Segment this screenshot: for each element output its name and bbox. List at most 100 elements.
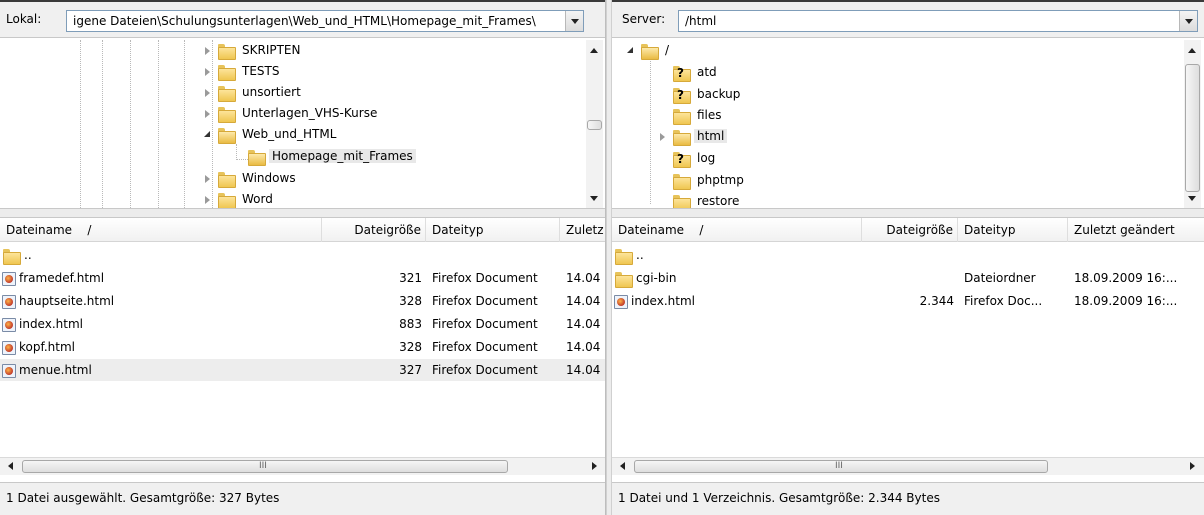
scroll-grip: III xyxy=(259,461,267,471)
scroll-up-arrow-icon[interactable] xyxy=(590,48,598,53)
remote-list-hscrollbar[interactable]: III xyxy=(612,457,1204,475)
folder-icon xyxy=(217,192,236,208)
folder-open-icon xyxy=(640,43,659,60)
folder-icon xyxy=(217,85,236,102)
local-tree-vscrollbar[interactable] xyxy=(586,40,603,208)
firefox-document-icon xyxy=(2,340,16,355)
table-row[interactable]: hauptseite.html 328 Firefox Document 14.… xyxy=(0,290,605,312)
local-path-combo[interactable]: igene Dateien\Schulungsunterlagen\Web_un… xyxy=(66,10,584,32)
table-row[interactable]: .. xyxy=(0,244,605,266)
expand-arrow-icon[interactable] xyxy=(203,88,213,98)
folder-open-icon xyxy=(217,127,236,144)
remote-tree-item-atd[interactable]: ? atd xyxy=(672,62,720,82)
local-path-dropdown-button[interactable] xyxy=(565,11,583,31)
local-path-label: Lokal: xyxy=(6,12,42,26)
scroll-right-arrow-icon[interactable] xyxy=(1190,462,1195,470)
scroll-grip: III xyxy=(835,461,843,471)
local-path-value[interactable]: igene Dateien\Schulungsunterlagen\Web_un… xyxy=(73,14,561,28)
local-tree-item-tests[interactable]: TESTS xyxy=(203,61,282,81)
remote-tree-item-root[interactable]: / xyxy=(626,40,672,60)
collapse-arrow-icon[interactable] xyxy=(626,46,636,56)
table-row[interactable]: cgi-bin Dateiordner 18.09.2009 16:... xyxy=(612,267,1204,289)
column-header-modified[interactable]: Zuletzt geändert xyxy=(1068,218,1204,242)
local-tree-item-homepage-mit-frames[interactable]: Homepage_mit_Frames xyxy=(247,146,416,166)
expand-arrow-icon[interactable] xyxy=(203,109,213,119)
remote-path-combo[interactable]: /html xyxy=(678,10,1198,32)
tree-guide-line xyxy=(102,40,103,208)
expand-arrow-icon[interactable] xyxy=(203,46,213,56)
remote-tree-vscrollbar[interactable] xyxy=(1184,40,1201,208)
column-header-name[interactable]: Dateiname / xyxy=(0,218,322,242)
scroll-up-arrow-icon[interactable] xyxy=(1188,48,1196,53)
local-folder-tree[interactable]: SKRIPTEN TESTS unsortiert Unterlagen_VHS… xyxy=(0,40,605,208)
remote-tree-item-html[interactable]: html xyxy=(658,126,728,146)
remote-list-header: Dateiname / Dateigröße Dateityp Zuletzt … xyxy=(612,218,1204,242)
remote-path-value[interactable]: /html xyxy=(685,14,1175,28)
remote-tree-item-files[interactable]: files xyxy=(672,105,725,125)
scroll-left-arrow-icon[interactable] xyxy=(620,462,625,470)
local-tree-item-word[interactable]: Word xyxy=(203,189,276,208)
folder-open-icon xyxy=(672,129,691,146)
remote-status-bar: 1 Datei und 1 Verzeichnis. Gesamtgröße: … xyxy=(612,482,1204,515)
column-header-type[interactable]: Dateityp xyxy=(426,218,560,242)
local-list-hscrollbar[interactable]: III xyxy=(0,457,605,475)
table-row-selected[interactable]: menue.html 327 Firefox Document 14.04 xyxy=(0,359,605,381)
remote-tree-item-backup[interactable]: ? backup xyxy=(672,84,743,104)
scroll-right-arrow-icon[interactable] xyxy=(592,462,597,470)
folder-icon xyxy=(217,43,236,60)
table-row[interactable]: framedef.html 321 Firefox Document 14.04 xyxy=(0,267,605,289)
column-header-type[interactable]: Dateityp xyxy=(958,218,1068,242)
local-pane: Lokal: igene Dateien\Schulungsunterlagen… xyxy=(0,0,606,515)
local-tree-item-unterlagen-vhs[interactable]: Unterlagen_VHS-Kurse xyxy=(203,103,380,123)
table-row[interactable]: .. xyxy=(612,244,1204,266)
column-header-name[interactable]: Dateiname / xyxy=(612,218,862,242)
local-tree-item-windows[interactable]: Windows xyxy=(203,168,299,188)
local-status-bar: 1 Datei ausgewählt. Gesamtgröße: 327 Byt… xyxy=(0,482,605,515)
sort-indicator-icon: / xyxy=(699,223,704,237)
firefox-document-icon xyxy=(2,317,16,332)
tree-guide-line xyxy=(184,40,185,208)
remote-folder-tree[interactable]: / ? atd ? backup files html ? log phptmp re… xyxy=(612,40,1204,208)
firefox-document-icon xyxy=(2,294,16,309)
scroll-down-arrow-icon[interactable] xyxy=(1188,196,1196,201)
local-file-list[interactable]: Dateiname / Dateigröße Dateityp Zuletz .… xyxy=(0,218,605,456)
expand-arrow-icon[interactable] xyxy=(203,195,213,205)
tree-guide-line xyxy=(236,144,237,160)
remote-splitter[interactable] xyxy=(612,208,1204,218)
folder-unknown-icon: ? xyxy=(672,65,691,82)
collapse-arrow-icon[interactable] xyxy=(203,130,213,140)
remote-path-dropdown-button[interactable] xyxy=(1179,11,1197,31)
scroll-left-arrow-icon[interactable] xyxy=(8,462,13,470)
folder-icon xyxy=(614,271,633,288)
remote-tree-item-restore[interactable]: restore xyxy=(672,191,742,208)
folder-icon xyxy=(614,248,633,265)
tree-guide-line xyxy=(650,56,651,204)
local-tree-item-web-und-html[interactable]: Web_und_HTML xyxy=(203,124,339,144)
table-row[interactable]: index.html 883 Firefox Document 14.04 xyxy=(0,313,605,335)
firefox-document-icon xyxy=(2,363,16,378)
scroll-down-arrow-icon[interactable] xyxy=(590,196,598,201)
table-row[interactable]: kopf.html 328 Firefox Document 14.04 xyxy=(0,336,605,358)
remote-tree-item-phptmp[interactable]: phptmp xyxy=(672,170,747,190)
local-tree-item-skripten[interactable]: SKRIPTEN xyxy=(203,40,304,60)
local-tree-item-unsortiert[interactable]: unsortiert xyxy=(203,82,304,102)
tree-guide-line xyxy=(130,40,131,208)
expand-arrow-icon[interactable] xyxy=(203,174,213,184)
firefox-document-icon xyxy=(2,271,16,286)
remote-tree-item-log[interactable]: ? log xyxy=(672,148,718,168)
folder-icon xyxy=(672,108,691,125)
remote-list-scroll-thumb[interactable]: III xyxy=(634,460,1048,473)
local-list-scroll-thumb[interactable]: III xyxy=(22,460,508,473)
column-header-size[interactable]: Dateigröße xyxy=(322,218,426,242)
local-splitter[interactable] xyxy=(0,208,605,218)
column-header-size[interactable]: Dateigröße xyxy=(862,218,958,242)
sort-indicator-icon: / xyxy=(87,223,92,237)
table-row[interactable]: index.html 2.344 Firefox Doc... 18.09.20… xyxy=(612,290,1204,312)
local-tree-scroll-thumb[interactable] xyxy=(587,120,602,130)
expand-arrow-icon[interactable] xyxy=(203,67,213,77)
folder-icon xyxy=(217,64,236,81)
column-header-modified[interactable]: Zuletz xyxy=(560,218,605,242)
remote-tree-scroll-thumb[interactable] xyxy=(1185,64,1200,192)
expand-arrow-icon[interactable] xyxy=(658,132,668,142)
remote-file-list[interactable]: Dateiname / Dateigröße Dateityp Zuletzt … xyxy=(612,218,1204,456)
